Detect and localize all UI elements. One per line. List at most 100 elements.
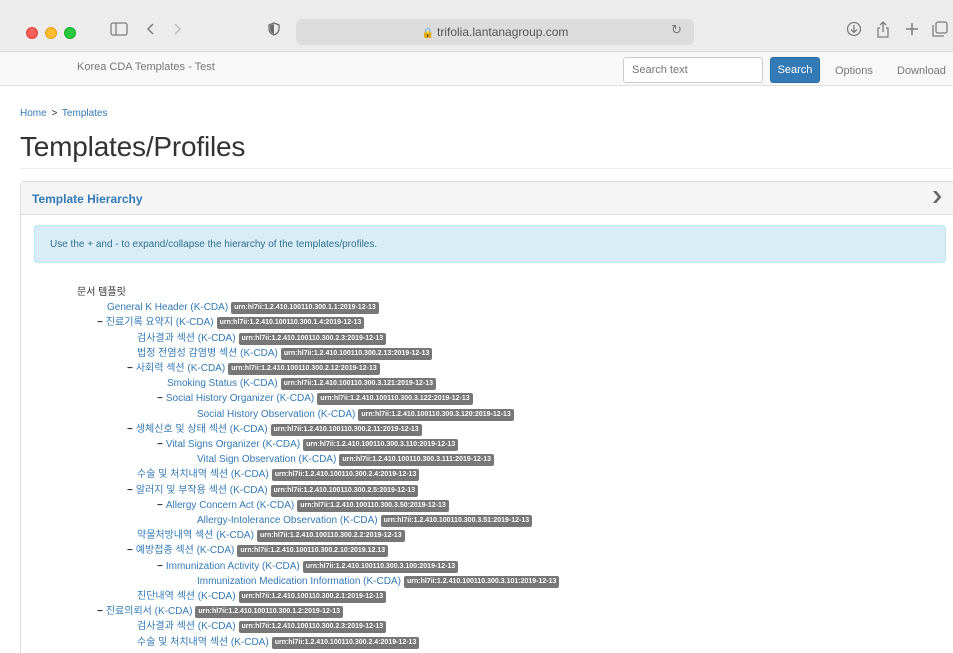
template-oid-badge: urn:hl7ii:1.2.410.100110.300.3.100:2019-…	[302, 560, 459, 573]
template-link[interactable]: 수술 및 처치내역 섹션 (K-CDA)	[137, 637, 269, 648]
collapse-toggle[interactable]: −	[127, 545, 133, 556]
tree-node: General K Header (K-CDA) urn:hl7ii:1.2.41…	[107, 301, 379, 316]
download-link[interactable]: Download	[897, 65, 946, 77]
template-link[interactable]: Immunization Medication Information (K-C…	[197, 576, 401, 587]
template-link[interactable]: 검사결과 섹션 (K-CDA)	[137, 621, 236, 632]
tree-node: − 진료기록 요약지 (K-CDA) urn:hl7ii:1.2.410.10011…	[97, 316, 365, 331]
tree-node: − Immunization Activity (K-CDA) urn:hl7ii:…	[157, 560, 459, 575]
template-oid-badge: urn:hl7ii:1.2.410.100110.300.2.5:2019-12…	[270, 484, 419, 497]
template-link[interactable]: Social History Observation (K-CDA)	[197, 409, 355, 420]
template-oid-badge: urn:hl7ii:1.2.410.100110.300.2.13:2019-1…	[280, 347, 433, 360]
template-link[interactable]: Social History Organizer (K-CDA)	[166, 393, 314, 404]
tabs-icon[interactable]	[932, 21, 948, 42]
chevron-left-icon[interactable]	[146, 21, 156, 41]
template-link[interactable]: Vital Sign Observation (K-CDA)	[197, 454, 336, 465]
template-link[interactable]: 진료의뢰서 (K-CDA)	[106, 606, 193, 617]
tree-group-label: 문서 템플릿	[77, 287, 126, 298]
template-oid-badge: urn:hl7ii:1.2.410.100110.300.3.110:2019-…	[303, 439, 459, 451]
template-link[interactable]: 약물처방내역 섹션 (K-CDA)	[137, 530, 254, 541]
template-oid-badge: urn:hl7ii:1.2.410.100110.300.2.4:2019-12…	[271, 469, 420, 482]
template-link[interactable]: 생체신호 및 상태 섹션 (K-CDA)	[136, 424, 268, 435]
info-alert-text: Use the + and - to expand/collapse the h…	[50, 239, 378, 250]
sidebar-icon[interactable]	[110, 21, 128, 41]
close-window-button[interactable]	[26, 27, 38, 39]
template-link[interactable]: 사회력 섹션 (K-CDA)	[136, 363, 225, 374]
template-link[interactable]: Smoking Status (K-CDA)	[167, 378, 278, 389]
chevron-right-icon[interactable]	[172, 21, 182, 41]
template-oid-badge: urn:hl7ii:1.2.410.100110.300.2.3:2019-12…	[238, 621, 387, 634]
options-link[interactable]: Options	[835, 65, 873, 77]
collapse-toggle[interactable]: −	[127, 424, 133, 435]
template-oid-badge: urn:hl7ii:1.2.410.100110.300.1.1:2019-12…	[231, 302, 379, 315]
template-oid-badge: urn:hl7ii:1.2.410.100110.300.3.51:2019-1…	[380, 515, 533, 527]
template-link[interactable]: Immunization Activity (K-CDA)	[166, 561, 300, 572]
breadcrumb-separator: >	[51, 108, 58, 119]
tree-node: 문서 템플릿	[77, 286, 126, 301]
template-oid-badge: urn:hl7ii:1.2.410.100110.300.2.3:2019-12…	[238, 332, 387, 345]
template-link[interactable]: Vital Signs Organizer (K-CDA)	[166, 439, 300, 450]
minimize-window-button[interactable]	[45, 27, 57, 39]
tree-node: − Vital Signs Organizer (K-CDA) urn:hl7ii:…	[157, 438, 459, 453]
template-link[interactable]: 진료기록 요약지 (K-CDA)	[106, 317, 214, 328]
template-oid-badge: urn:hl7ii:1.2.410.100110.300.3.122:2019-…	[317, 393, 473, 406]
template-oid-badge: urn:hl7ii:1.2.410.100110.300.2.10:2019.1…	[237, 545, 389, 558]
template-link[interactable]: 검사결과 섹션 (K-CDA)	[137, 333, 236, 344]
template-oid-badge: urn:hl7ii:1.2.410.100110.300.2.11:2019-1…	[270, 423, 422, 436]
tree-node: 검사결과 섹션 (K-CDA) urn:hl7ii:1.2.410.100110.…	[137, 620, 387, 635]
tree-node: − 생체신호 및 상태 섹션 (K-CDA) urn:hl7ii:1.2.410.1…	[127, 423, 422, 438]
collapse-toggle[interactable]: −	[127, 485, 133, 496]
template-oid-badge: urn:hl7ii:1.2.410.100110.300.3.111:2019-…	[339, 454, 494, 467]
template-link[interactable]: Allergy-Intolerance Observation (K-CDA)	[197, 515, 378, 526]
template-link[interactable]: 진단내역 섹션 (K-CDA)	[137, 591, 236, 602]
reload-icon[interactable]: ↻	[671, 23, 682, 38]
shield-icon[interactable]	[268, 21, 280, 41]
template-oid-badge: urn:hl7ii:1.2.410.100110.300.2.1:2019-12…	[238, 591, 387, 603]
template-oid-badge: urn:hl7ii:1.2.410.100110.300.2.4:2019-12…	[271, 636, 420, 649]
template-link[interactable]: 예방접종 섹션 (K-CDA)	[136, 545, 235, 556]
collapse-toggle[interactable]: −	[97, 317, 103, 328]
download-icon[interactable]	[846, 21, 862, 42]
template-link[interactable]: 법정 전염성 감염병 섹션 (K-CDA)	[137, 348, 278, 359]
tree-node: − 알러지 및 부작용 섹션 (K-CDA) urn:hl7ii:1.2.410.1…	[127, 484, 419, 499]
tree-node: − 사회력 섹션 (K-CDA) urn:hl7ii:1.2.410.100110.…	[127, 362, 380, 377]
template-link[interactable]: 알러지 및 부작용 섹션 (K-CDA)	[136, 485, 268, 496]
collapse-toggle[interactable]: −	[157, 561, 163, 572]
tree-node: − Social History Organizer (K-CDA) urn:hl7…	[157, 392, 473, 407]
tree-node: 약물처방내역 섹션 (K-CDA) urn:hl7ii:1.2.410.10011…	[137, 529, 405, 544]
template-link[interactable]: General K Header (K-CDA)	[107, 302, 228, 313]
search-button[interactable]: Search	[770, 57, 820, 83]
zoom-window-button[interactable]	[64, 27, 76, 39]
breadcrumb-current[interactable]: Templates	[62, 108, 108, 119]
collapse-toggle[interactable]: −	[157, 500, 163, 511]
tree-node: 법정 전염성 감염병 섹션 (K-CDA) urn:hl7ii:1.2.410.1…	[137, 347, 433, 362]
collapse-toggle[interactable]: −	[157, 439, 163, 450]
tree-node: 수술 및 처치내역 섹션 (K-CDA) urn:hl7ii:1.2.410.10…	[137, 468, 420, 483]
title-divider	[20, 168, 953, 169]
template-link[interactable]: 수술 및 처치내역 섹션 (K-CDA)	[137, 469, 269, 480]
chevron-down-icon[interactable]: ❯	[930, 189, 943, 203]
app-navbar: Korea CDA Templates - Test Search Option…	[0, 52, 953, 86]
template-oid-badge: urn:hl7ii:1.2.410.100110.300.2.12:2019-1…	[228, 363, 380, 375]
template-hierarchy-panel: Template Hierarchy ❯ Use the + and - to …	[20, 181, 953, 653]
breadcrumb-home[interactable]: Home	[20, 108, 47, 119]
collapse-toggle[interactable]: −	[97, 606, 103, 617]
collapse-toggle[interactable]: −	[127, 363, 133, 374]
tree-node: 수술 및 처치내역 섹션 (K-CDA) urn:hl7ii:1.2.410.10…	[137, 636, 420, 651]
template-oid-badge: urn:hl7ii:1.2.410.100110.300.3.101:2019-…	[403, 575, 560, 588]
app-brand[interactable]: Korea CDA Templates - Test	[77, 61, 215, 73]
share-icon[interactable]	[876, 21, 890, 44]
panel-title[interactable]: Template Hierarchy	[32, 192, 143, 206]
tree-node: 진단내역 섹션 (K-CDA) urn:hl7ii:1.2.410.100110.…	[137, 590, 387, 605]
collapse-toggle[interactable]: −	[157, 393, 163, 404]
tree-node: Allergy-Intolerance Observation (K-CDA) u…	[197, 514, 533, 529]
tree-node: − Allergy Concern Act (K-CDA) urn:hl7ii:1.…	[157, 499, 449, 514]
plus-icon[interactable]	[905, 21, 919, 41]
search-input[interactable]	[623, 57, 763, 83]
tree-node: Social History Observation (K-CDA) urn:hl…	[197, 408, 514, 423]
address-bar[interactable]: 🔒 trifolia.lantanagroup.com ↻	[296, 19, 694, 45]
panel-heading[interactable]: Template Hierarchy ❯	[21, 182, 953, 215]
browser-toolbar: 🔒 trifolia.lantanagroup.com ↻	[0, 0, 953, 52]
tree-node: − 예방접종 섹션 (K-CDA) urn:hl7ii:1.2.410.100110…	[127, 544, 389, 559]
template-oid-badge: urn:hl7ii:1.2.410.100110.300.1.4:2019-12…	[216, 317, 365, 330]
template-link[interactable]: Allergy Concern Act (K-CDA)	[166, 500, 294, 511]
